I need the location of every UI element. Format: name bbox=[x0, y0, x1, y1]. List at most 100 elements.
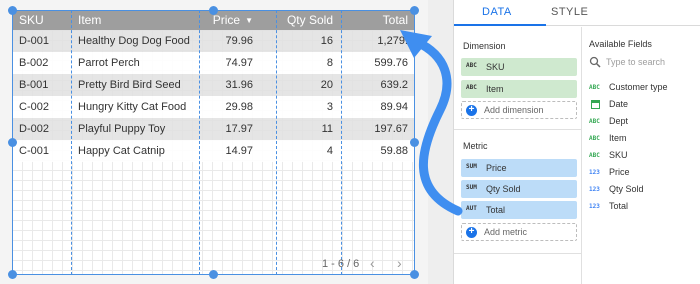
resize-handle-bottom-right[interactable] bbox=[410, 270, 419, 279]
chip-label: Price bbox=[486, 163, 507, 173]
active-tab-indicator bbox=[454, 24, 546, 26]
text-type-icon: ABC bbox=[466, 62, 477, 69]
cell-qty-sold: 4 bbox=[326, 145, 333, 157]
chip-label: Qty Sold bbox=[486, 184, 521, 194]
cell-item: Healthy Dog Dog Food bbox=[78, 35, 190, 47]
resize-handle-top[interactable] bbox=[209, 6, 218, 15]
cell-sku: C-001 bbox=[19, 145, 49, 157]
column-divider[interactable] bbox=[341, 10, 342, 275]
resize-handle-bottom-left[interactable] bbox=[8, 270, 17, 279]
cell-item: Happy Cat Catnip bbox=[78, 145, 165, 157]
add-dimension-label: Add dimension bbox=[484, 105, 544, 115]
caret-down-icon: ▼ bbox=[245, 16, 253, 25]
table-row: B-002 Parrot Perch 74.97 8 599.76 bbox=[12, 52, 415, 74]
column-header-price-label: Price bbox=[212, 13, 241, 27]
cell-sku: D-002 bbox=[19, 123, 49, 135]
number-type-icon: 123 bbox=[589, 186, 600, 193]
column-header-sku[interactable]: SKU bbox=[19, 10, 44, 30]
field-label: Price bbox=[609, 167, 630, 177]
cell-total: 59.88 bbox=[380, 145, 408, 157]
field-search-input[interactable]: Type to search bbox=[606, 57, 665, 67]
column-header-item[interactable]: Item bbox=[78, 10, 101, 30]
add-dimension-button[interactable]: + Add dimension bbox=[461, 101, 577, 119]
field-label: Qty Sold bbox=[609, 184, 644, 194]
field-label: Date bbox=[609, 99, 629, 109]
resize-handle-bottom[interactable] bbox=[209, 270, 218, 279]
column-divider[interactable] bbox=[71, 10, 72, 275]
dimension-chip-item[interactable]: ABC Item bbox=[461, 80, 577, 98]
column-header-total[interactable]: Total bbox=[383, 10, 408, 30]
pagination-prev-button[interactable]: ‹ bbox=[370, 255, 375, 271]
cell-item: Parrot Perch bbox=[78, 57, 140, 69]
cell-price: 74.97 bbox=[225, 57, 253, 69]
aggregation-type-icon: SUM bbox=[466, 184, 477, 191]
column-divider[interactable] bbox=[199, 10, 200, 275]
pagination-label: 1 - 6 / 6 bbox=[322, 258, 360, 270]
panel-tabs: DATA STYLE bbox=[454, 0, 700, 26]
add-metric-label: Add metric bbox=[484, 227, 528, 237]
cell-qty-sold: 3 bbox=[326, 101, 333, 113]
tab-data[interactable]: DATA bbox=[482, 6, 512, 18]
cell-sku: D-001 bbox=[19, 35, 49, 47]
cell-total: 1,279. bbox=[377, 35, 408, 47]
cell-qty-sold: 16 bbox=[320, 35, 333, 47]
column-header-qty-sold[interactable]: Qty Sold bbox=[287, 10, 333, 30]
table-row: D-001 Healthy Dog Dog Food 79.96 16 1,27… bbox=[12, 30, 415, 52]
cell-sku: C-002 bbox=[19, 101, 49, 113]
table-row: C-001 Happy Cat Catnip 14.97 4 59.88 bbox=[12, 140, 415, 162]
cell-item: Pretty Bird Bird Seed bbox=[78, 79, 181, 91]
field-label: Item bbox=[609, 133, 627, 143]
dimension-section-title: Dimension bbox=[463, 41, 506, 51]
resize-handle-top-left[interactable] bbox=[8, 6, 17, 15]
cell-price: 17.97 bbox=[225, 123, 253, 135]
data-table[interactable]: SKU Item Price ▼ Qty Sold Total D-001 Hea… bbox=[12, 10, 415, 275]
table-row: D-002 Playful Puppy Toy 17.97 11 197.67 bbox=[12, 118, 415, 140]
metric-chip-total[interactable]: AUT Total bbox=[461, 201, 577, 219]
calendar-icon bbox=[591, 100, 600, 109]
plus-icon: + bbox=[466, 227, 477, 238]
table-row: B-001 Pretty Bird Bird Seed 31.96 20 639… bbox=[12, 74, 415, 96]
resize-handle-top-right[interactable] bbox=[410, 6, 419, 15]
aggregation-type-icon: AUT bbox=[466, 205, 477, 212]
column-divider[interactable] bbox=[276, 10, 277, 275]
available-fields-title: Available Fields bbox=[589, 39, 652, 49]
cell-item: Hungry Kitty Cat Food bbox=[78, 101, 187, 113]
field-label: Dept bbox=[609, 116, 629, 126]
metric-chip-price[interactable]: SUM Price bbox=[461, 159, 577, 177]
field-label: Total bbox=[609, 201, 629, 211]
properties-panel: DATA STYLE Dimension ABC SKU ABC Item + … bbox=[453, 0, 700, 284]
add-metric-button[interactable]: + Add metric bbox=[461, 223, 577, 241]
cell-item: Playful Puppy Toy bbox=[78, 123, 166, 135]
chip-label: Total bbox=[486, 205, 506, 215]
resize-handle-right[interactable] bbox=[410, 138, 419, 147]
dimension-chip-sku[interactable]: ABC SKU bbox=[461, 58, 577, 76]
section-divider bbox=[454, 253, 582, 254]
tab-style[interactable]: STYLE bbox=[551, 6, 588, 18]
data-config-column: Dimension ABC SKU ABC Item + Add dimensi… bbox=[454, 27, 582, 284]
cell-sku: B-001 bbox=[19, 79, 49, 91]
cell-price: 14.97 bbox=[225, 145, 253, 157]
search-icon bbox=[589, 56, 601, 68]
available-fields-column: Available Fields Type to search ABC Cust… bbox=[582, 27, 700, 284]
number-type-icon: 123 bbox=[589, 203, 600, 210]
cell-price: 79.96 bbox=[225, 35, 253, 47]
cell-total: 197.67 bbox=[374, 123, 408, 135]
text-type-icon: ABC bbox=[589, 84, 600, 91]
resize-handle-left[interactable] bbox=[8, 138, 17, 147]
column-header-price[interactable]: Price ▼ bbox=[213, 10, 253, 30]
cell-total: 599.76 bbox=[374, 57, 408, 69]
plus-icon: + bbox=[466, 105, 477, 116]
cell-sku: B-002 bbox=[19, 57, 49, 69]
text-type-icon: ABC bbox=[589, 135, 600, 142]
metric-chip-qty-sold[interactable]: SUM Qty Sold bbox=[461, 180, 577, 198]
metric-section-title: Metric bbox=[463, 141, 488, 151]
report-canvas: SKU Item Price ▼ Qty Sold Total D-001 Hea… bbox=[0, 0, 428, 284]
table-row: C-002 Hungry Kitty Cat Food 29.98 3 89.9… bbox=[12, 96, 415, 118]
pagination-next-button[interactable]: › bbox=[397, 255, 402, 271]
cell-total: 639.2 bbox=[380, 79, 408, 91]
chip-label: SKU bbox=[486, 62, 505, 72]
field-label: Customer type bbox=[609, 82, 668, 92]
aggregation-type-icon: SUM bbox=[466, 163, 477, 170]
section-divider bbox=[454, 129, 582, 130]
text-type-icon: ABC bbox=[466, 84, 477, 91]
